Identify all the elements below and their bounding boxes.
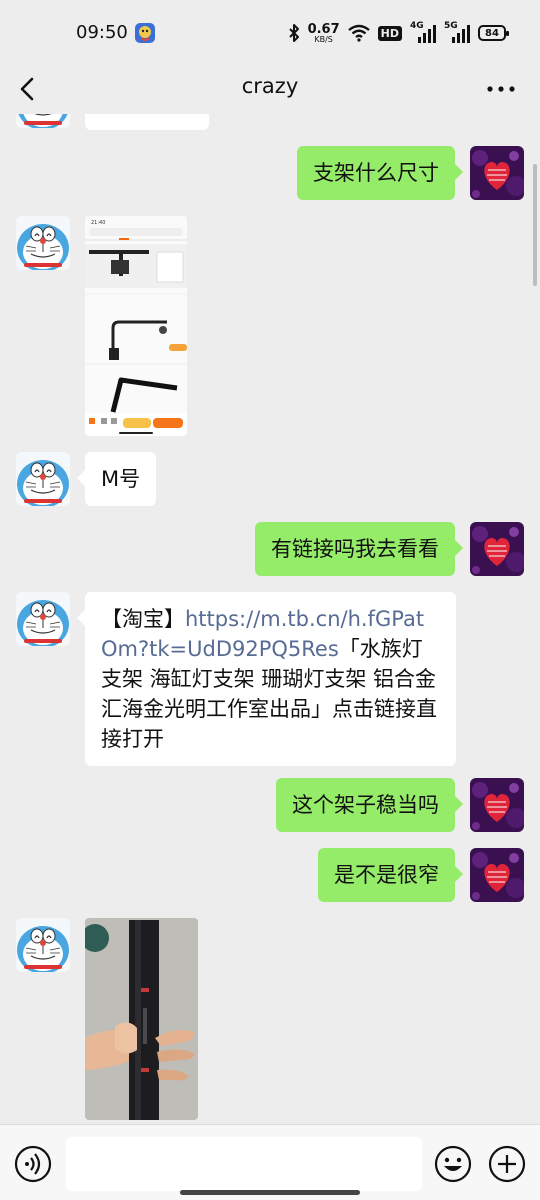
signal-5g-icon: 5G	[444, 21, 470, 43]
voice-input-icon[interactable]	[14, 1145, 52, 1183]
plus-icon[interactable]	[488, 1145, 526, 1183]
message-bubble-outgoing[interactable]: 是不是很窄	[318, 848, 463, 902]
contact-avatar[interactable]	[16, 918, 70, 972]
more-options-icon[interactable]	[484, 76, 518, 102]
chat-title[interactable]: crazy	[0, 74, 540, 98]
my-avatar[interactable]	[470, 778, 524, 832]
message-list[interactable]: 支架什么尺寸 21:40 M号 有链接吗我去看看 【淘宝】https://m.t…	[0, 114, 540, 1124]
image-message-photo[interactable]	[85, 918, 198, 1120]
thumb-time: 21:40	[91, 220, 105, 226]
signal-4g-icon: 4G	[410, 21, 436, 43]
message-bubble-partial[interactable]	[85, 114, 209, 130]
status-icons: 0.67 KB/S HD 4G 5G 84	[288, 20, 509, 46]
bluetooth-icon	[288, 24, 299, 42]
app-notification-icon	[135, 23, 155, 43]
message-bubble-incoming[interactable]: M号	[76, 452, 157, 506]
my-avatar[interactable]	[470, 848, 524, 902]
battery-icon: 84	[478, 25, 509, 41]
my-avatar[interactable]	[470, 522, 524, 576]
image-message-screenshot[interactable]: 21:40	[85, 216, 187, 436]
message-bubble-taobao-link[interactable]: 【淘宝】https://m.tb.cn/h.fGPatOm?tk=UdD92PQ…	[77, 592, 456, 766]
network-speed: 0.67 KB/S	[307, 21, 340, 44]
status-bar: 09:50 0.67 KB/S HD 4G 5G 84	[0, 0, 540, 64]
scrollbar[interactable]	[533, 164, 537, 286]
taobao-prefix: 【淘宝】	[101, 607, 185, 631]
status-time: 09:50	[76, 22, 128, 43]
contact-avatar[interactable]	[16, 216, 70, 270]
chat-header: crazy	[0, 64, 540, 114]
contact-avatar[interactable]	[16, 114, 70, 128]
hd-badge: HD	[377, 25, 402, 41]
home-indicator[interactable]	[180, 1190, 360, 1195]
message-input[interactable]	[66, 1137, 422, 1191]
message-bubble-outgoing[interactable]: 支架什么尺寸	[297, 146, 463, 200]
input-bar	[0, 1124, 540, 1200]
message-bubble-outgoing[interactable]: 这个架子稳当吗	[276, 778, 463, 832]
my-avatar[interactable]	[470, 146, 524, 200]
contact-avatar[interactable]	[16, 592, 70, 646]
emoji-icon[interactable]	[434, 1145, 472, 1183]
contact-avatar[interactable]	[16, 452, 70, 506]
message-bubble-outgoing[interactable]: 有链接吗我去看看	[255, 522, 463, 576]
wifi-icon	[347, 24, 370, 42]
